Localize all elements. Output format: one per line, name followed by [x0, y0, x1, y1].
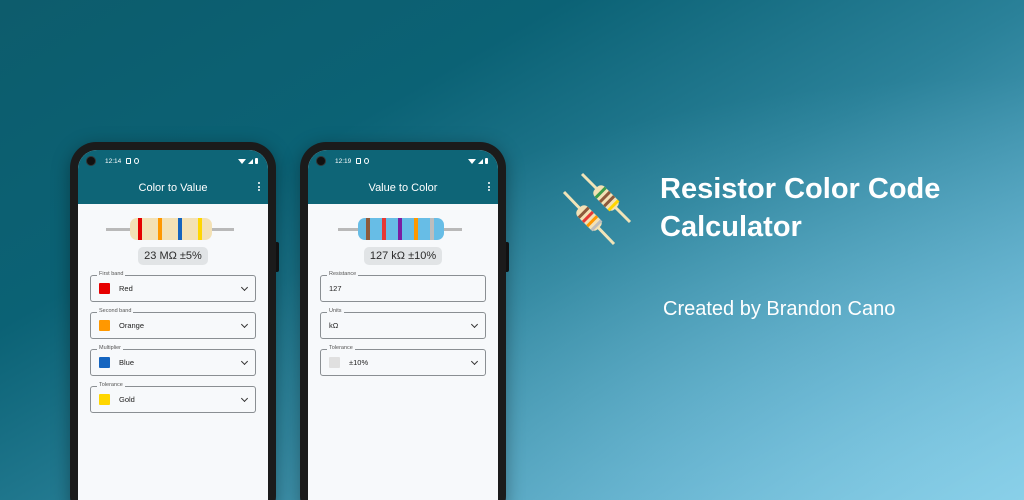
resistor-band — [414, 218, 418, 240]
wifi-icon — [238, 158, 246, 164]
phone-screen: 12:19 Value to Color 127 kΩ ±10% Resista… — [308, 150, 498, 500]
units-select[interactable]: Units kΩ — [320, 308, 486, 339]
notification-icon — [356, 158, 362, 164]
resistance-input[interactable]: Resistance 127 — [320, 271, 486, 302]
tolerance-select[interactable]: Tolerance ±10% — [320, 345, 486, 376]
author-credit: Created by Brandon Cano — [663, 298, 896, 320]
chevron-down-icon — [470, 357, 479, 365]
resistor-band — [138, 218, 142, 240]
app-title-line: Resistor Color Code — [660, 173, 941, 205]
field-label: Resistance — [327, 271, 359, 277]
resistor-band — [382, 218, 386, 240]
tolerance-select[interactable]: Tolerance Gold — [90, 382, 256, 413]
status-bar: 12:14 — [78, 150, 268, 172]
field-label: First band — [97, 271, 126, 277]
status-bar: 12:19 — [308, 150, 498, 172]
field-label: Tolerance — [97, 382, 125, 388]
notification-icon — [126, 158, 132, 164]
resistor-illustration — [78, 208, 268, 244]
resistor-pair-icon — [562, 172, 632, 246]
status-time: 12:19 — [335, 157, 352, 165]
color-swatch — [99, 357, 110, 368]
second-band-select[interactable]: Second band Orange — [90, 308, 256, 339]
multiplier-select[interactable]: Multiplier Blue — [90, 345, 256, 376]
chevron-down-icon — [240, 357, 249, 365]
resistor-band — [158, 218, 162, 240]
signal-icon — [478, 158, 483, 164]
more-options-icon[interactable] — [258, 182, 260, 191]
resistor-band — [366, 218, 370, 240]
field-label: Tolerance — [327, 345, 355, 351]
field-label: Multiplier — [97, 345, 124, 351]
field-label: Units — [327, 308, 344, 314]
app-title-line: Calculator — [660, 211, 802, 243]
phone-color-to-value: 12:14 Color to Value 23 MΩ ±5% First ban… — [70, 142, 279, 500]
color-swatch — [99, 320, 110, 331]
chevron-down-icon — [470, 320, 479, 328]
chevron-down-icon — [240, 320, 249, 328]
first-band-select[interactable]: First band Red — [90, 271, 256, 302]
notification-icon — [134, 158, 140, 164]
screen-title: Color to Value — [138, 182, 208, 194]
app-bar: 12:19 Value to Color — [308, 150, 498, 204]
field-value: 127 — [329, 284, 342, 293]
notification-icon — [364, 158, 370, 164]
status-time: 12:14 — [105, 157, 122, 165]
more-options-icon[interactable] — [488, 182, 490, 191]
battery-icon — [485, 158, 488, 164]
camera-icon — [86, 156, 96, 166]
resistance-value: 23 MΩ ±5% — [138, 247, 208, 265]
phone-value-to-color: 12:19 Value to Color 127 kΩ ±10% Resista… — [300, 142, 509, 500]
screen-title: Value to Color — [368, 182, 438, 194]
field-value: kΩ — [329, 321, 339, 330]
field-value: Red — [119, 284, 133, 293]
resistor-band — [178, 218, 182, 240]
resistance-value: 127 kΩ ±10% — [363, 247, 443, 265]
chevron-down-icon — [240, 283, 249, 291]
resistor-band — [198, 218, 202, 240]
app-bar: 12:14 Color to Value — [78, 150, 268, 204]
color-swatch — [99, 283, 110, 294]
color-swatch — [329, 357, 340, 368]
field-value: Orange — [119, 321, 145, 330]
camera-icon — [316, 156, 326, 166]
field-value: ±10% — [349, 358, 369, 367]
resistor-band — [398, 218, 402, 240]
resistor-band — [430, 218, 434, 240]
resistor-illustration — [308, 208, 498, 244]
field-value: Blue — [119, 358, 135, 367]
app-title: Resistor Color Code Calculator — [660, 170, 940, 246]
phone-side-button — [506, 242, 509, 272]
battery-icon — [255, 158, 258, 164]
chevron-down-icon — [240, 394, 249, 402]
color-swatch — [99, 394, 110, 405]
phone-side-button — [276, 242, 279, 272]
field-label: Second band — [97, 308, 134, 314]
phone-screen: 12:14 Color to Value 23 MΩ ±5% First ban… — [78, 150, 268, 500]
field-value: Gold — [119, 395, 135, 404]
signal-icon — [248, 158, 253, 164]
wifi-icon — [468, 158, 476, 164]
